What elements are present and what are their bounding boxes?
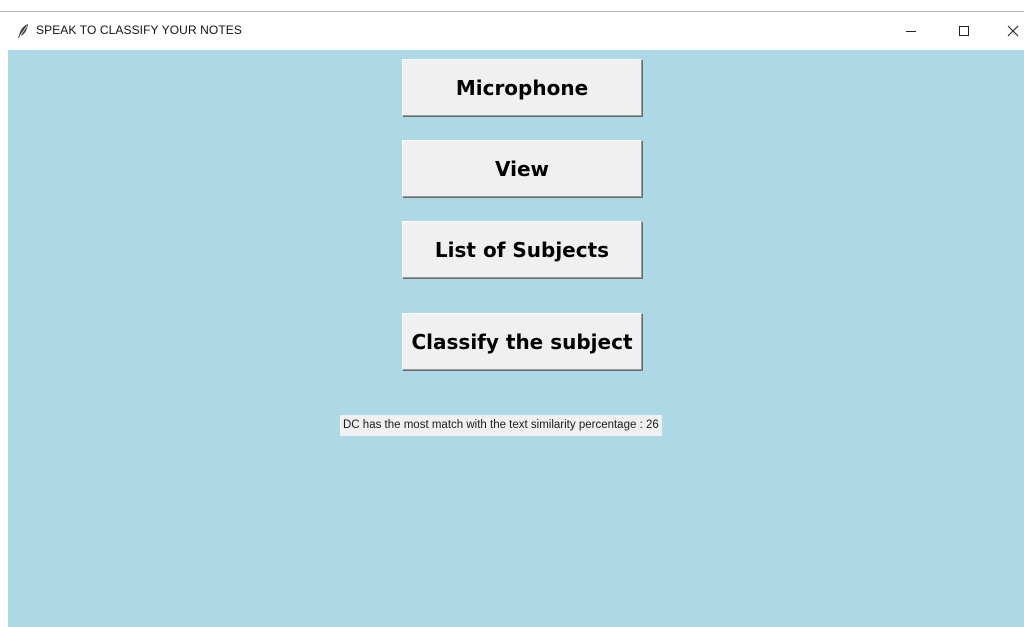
maximize-button[interactable] <box>941 12 987 50</box>
list-of-subjects-button[interactable]: List of Subjects <box>402 221 642 278</box>
close-icon <box>1007 22 1019 41</box>
minimize-button[interactable] <box>888 12 934 50</box>
result-label: DC has the most match with the text simi… <box>340 415 662 436</box>
close-button[interactable] <box>990 12 1024 50</box>
desktop-strip <box>0 0 1024 12</box>
title-bar[interactable]: SPEAK TO CLASSIFY YOUR NOTES <box>0 12 1024 50</box>
maximize-icon <box>958 22 970 41</box>
minimize-icon <box>905 22 917 41</box>
feather-icon <box>16 23 30 39</box>
view-button[interactable]: View <box>402 140 642 197</box>
classify-subject-button[interactable]: Classify the subject <box>402 313 642 370</box>
main-panel: Microphone View List of Subjects Classif… <box>8 50 1024 627</box>
app-window: SPEAK TO CLASSIFY YOUR NOTES Microphone … <box>0 0 1024 627</box>
window-title: SPEAK TO CLASSIFY YOUR NOTES <box>36 23 242 37</box>
microphone-button[interactable]: Microphone <box>402 59 642 116</box>
